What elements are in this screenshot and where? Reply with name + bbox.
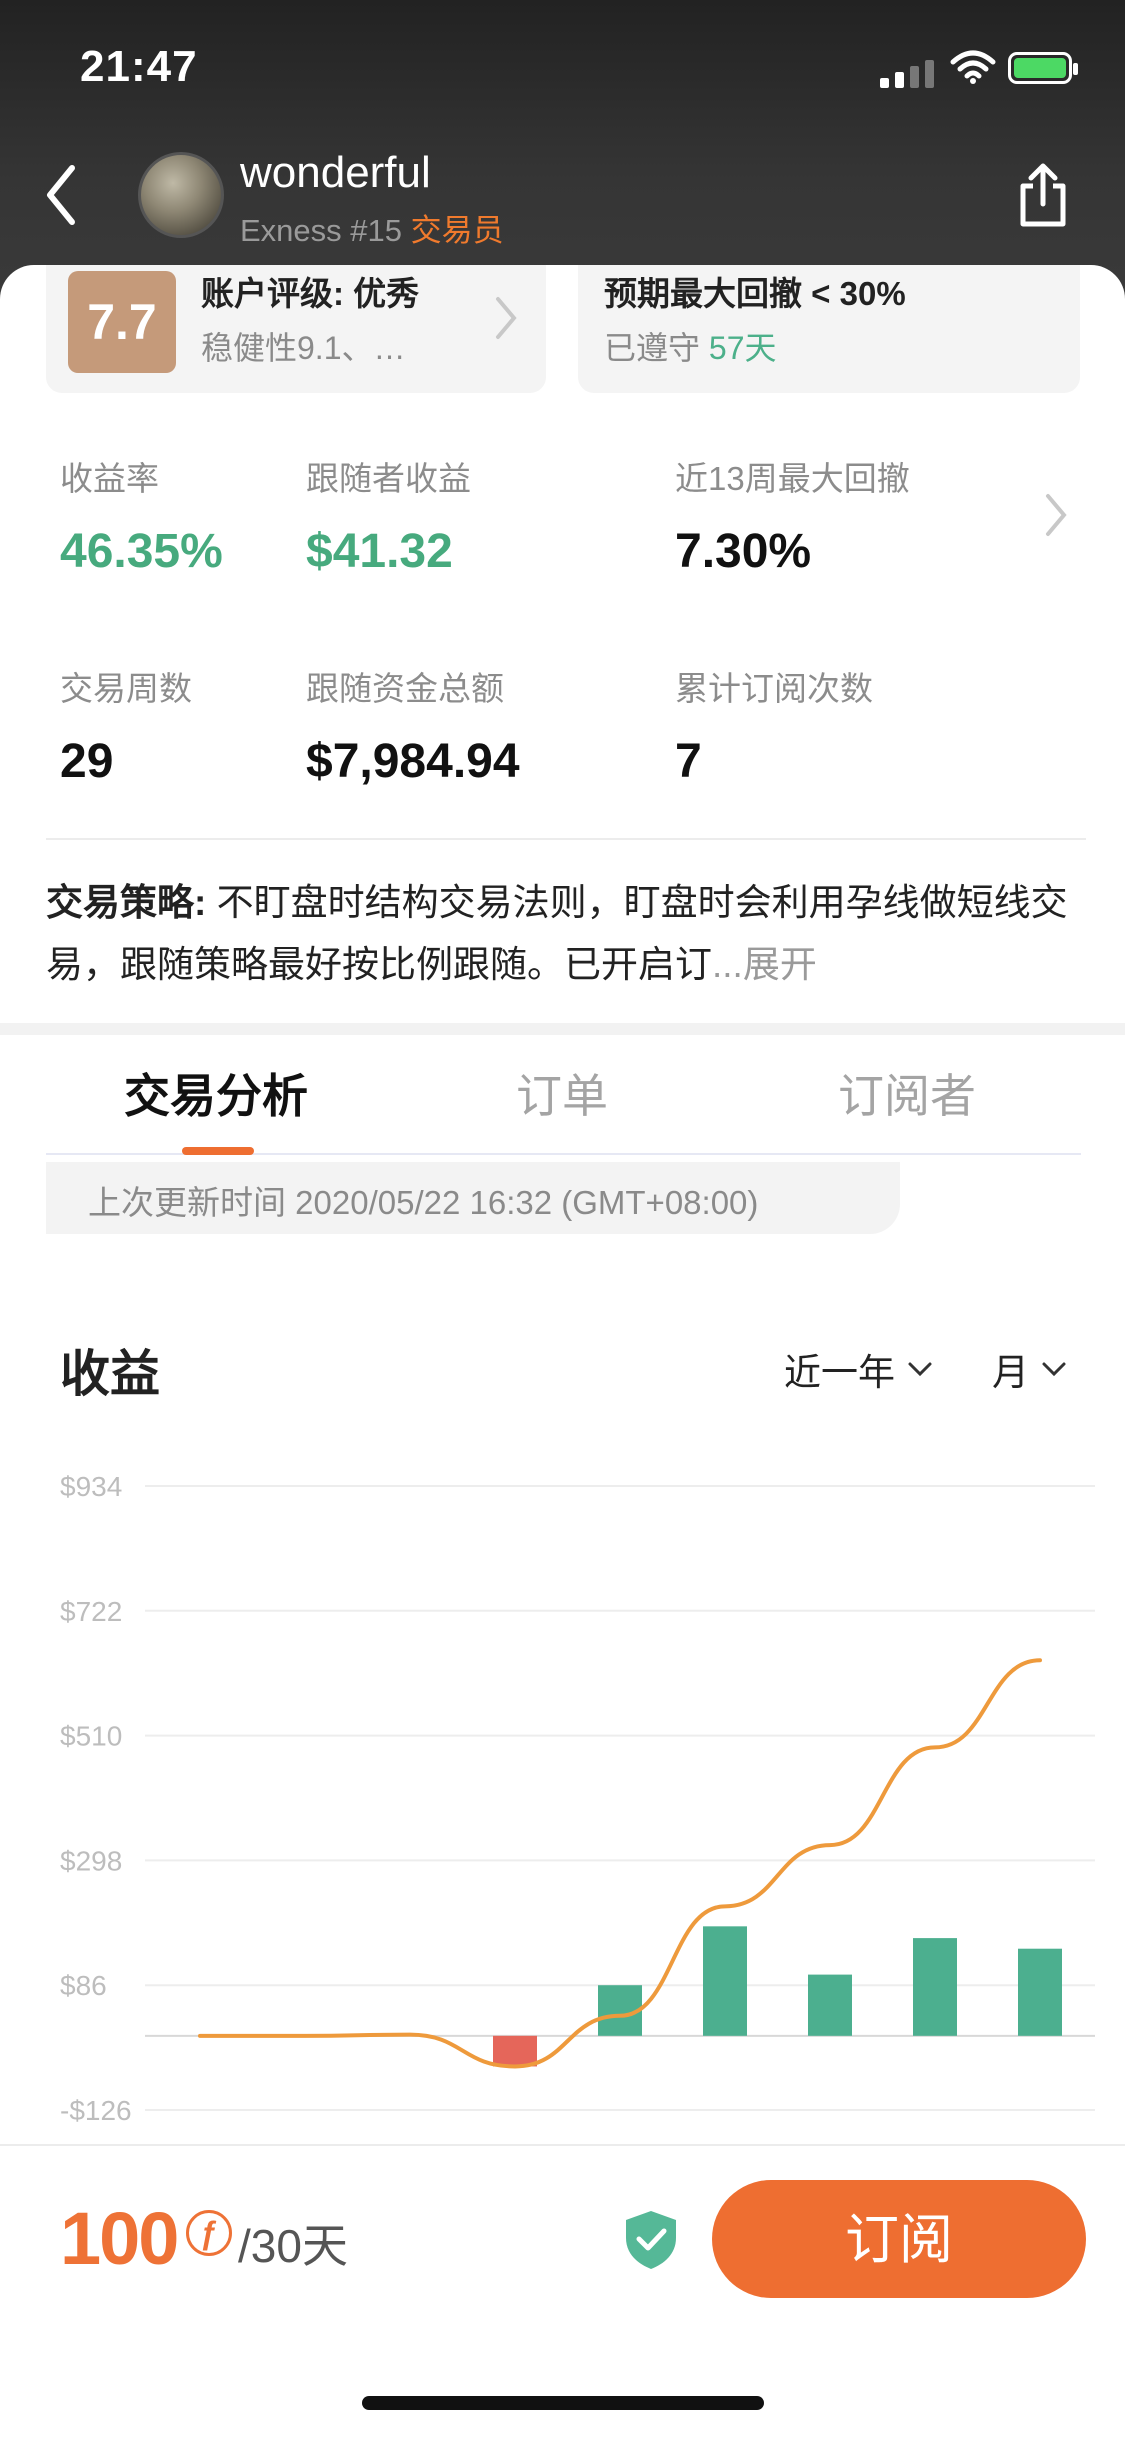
subscribe-button[interactable]: 订阅 [712, 2180, 1086, 2298]
range-filter-dropdown[interactable]: 近一年 [784, 1342, 933, 1396]
role-badge: 交易员 [410, 213, 504, 248]
max-drawdown-value: 7.30% [675, 525, 812, 578]
trader-avatar[interactable] [138, 152, 224, 238]
trader-subtitle: Exness #15 交易员 [240, 205, 504, 250]
y-tick-label: $510 [60, 1721, 122, 1752]
drawdown-days: 57天 [708, 330, 777, 366]
metrics-divider [46, 838, 1086, 840]
price-value: 100 [60, 2197, 179, 2280]
tab-subscribers[interactable]: 订阅者 [838, 1060, 976, 1126]
y-tick-label: $86 [60, 1970, 107, 2001]
coin-icon: ƒ [186, 2210, 232, 2256]
y-tick-label: $934 [60, 1471, 122, 1502]
status-bar: 21:47 [0, 40, 1125, 100]
expand-link[interactable]: ...展开 [712, 944, 817, 985]
cellular-signal-icon [880, 60, 934, 88]
chevron-down-icon [908, 1362, 932, 1377]
drawdown-subtitle: 已遵守 57天 [604, 323, 777, 369]
rating-card[interactable]: 7.7 账户评级: 优秀 稳健性9.1、… [46, 265, 546, 393]
battery-charging-icon [1008, 52, 1078, 84]
follower-profit-label: 跟随者收益 [306, 460, 471, 497]
strategy-lead: 交易策略: [46, 882, 207, 923]
follower-profit-value: $41.32 [306, 525, 453, 578]
return-value: 46.35% [60, 525, 223, 578]
drawdown-subtitle-prefix: 已遵守 [604, 330, 701, 366]
weeks-value: 29 [60, 735, 114, 788]
rating-score: 7.7 [68, 271, 176, 373]
range-filter-label: 近一年 [784, 1352, 895, 1393]
wifi-icon [950, 50, 996, 84]
chart-bar [913, 1938, 957, 2036]
chevron-down-icon [1042, 1362, 1066, 1377]
period-filter-label: 月 [992, 1352, 1029, 1393]
drawdown-title: 预期最大回撤 < 30% [604, 275, 906, 312]
y-tick-label: $298 [60, 1845, 122, 1876]
strategy-text: 交易策略: 不盯盘时结构交易法则，盯盘时会利用孕线做短线交易，跟随策略最好按比例… [46, 872, 1086, 996]
section-gap [0, 1023, 1125, 1035]
update-time-banner: 上次更新时间 2020/05/22 16:32 (GMT+08:00) [46, 1162, 900, 1234]
metrics-chevron-right-icon[interactable] [1040, 490, 1070, 540]
weeks-label: 交易周数 [60, 670, 192, 707]
broker-label: Exness #15 [240, 213, 402, 248]
y-tick-label: -$126 [60, 2095, 132, 2126]
home-indicator [362, 2396, 764, 2410]
tab-active-indicator [182, 1147, 254, 1155]
profit-section-title: 收益 [60, 1346, 160, 1402]
drawdown-card: 预期最大回撤 < 30% 已遵守 57天 [578, 265, 1080, 393]
status-time: 21:47 [80, 42, 198, 91]
subscriptions-value: 7 [675, 735, 702, 788]
max-drawdown-label: 近13周最大回撤 [675, 460, 910, 497]
tab-trade-analysis[interactable]: 交易分析 [124, 1060, 308, 1126]
period-filter-dropdown[interactable]: 月 [992, 1342, 1067, 1396]
chart-bar [703, 1926, 747, 2036]
follow-funds-label: 跟随资金总额 [306, 670, 504, 707]
return-label: 收益率 [60, 460, 159, 497]
follow-funds-value: $7,984.94 [306, 735, 520, 788]
chart-bar [1018, 1948, 1062, 2036]
subscriptions-label: 累计订阅次数 [675, 670, 873, 707]
tab-orders[interactable]: 订单 [516, 1060, 608, 1126]
update-time-text: 上次更新时间 2020/05/22 16:32 (GMT+08:00) [88, 1184, 759, 1221]
y-tick-label: $722 [60, 1596, 122, 1627]
price-period: /30天 [238, 2220, 348, 2272]
chevron-right-icon [496, 297, 517, 339]
profit-chart: $934 $722 $510 $298 $86 -$126 [60, 1471, 1095, 2126]
rating-title: 账户评级: 优秀 [201, 275, 420, 312]
share-icon[interactable] [1015, 160, 1071, 230]
trader-name: wonderful [240, 148, 431, 197]
rating-subtitle: 稳健性9.1、… [201, 330, 406, 366]
chart-bar [808, 1974, 852, 2036]
back-arrow-icon[interactable] [42, 160, 82, 230]
shield-check-icon [626, 2211, 676, 2269]
chart-bar [493, 2035, 537, 2067]
